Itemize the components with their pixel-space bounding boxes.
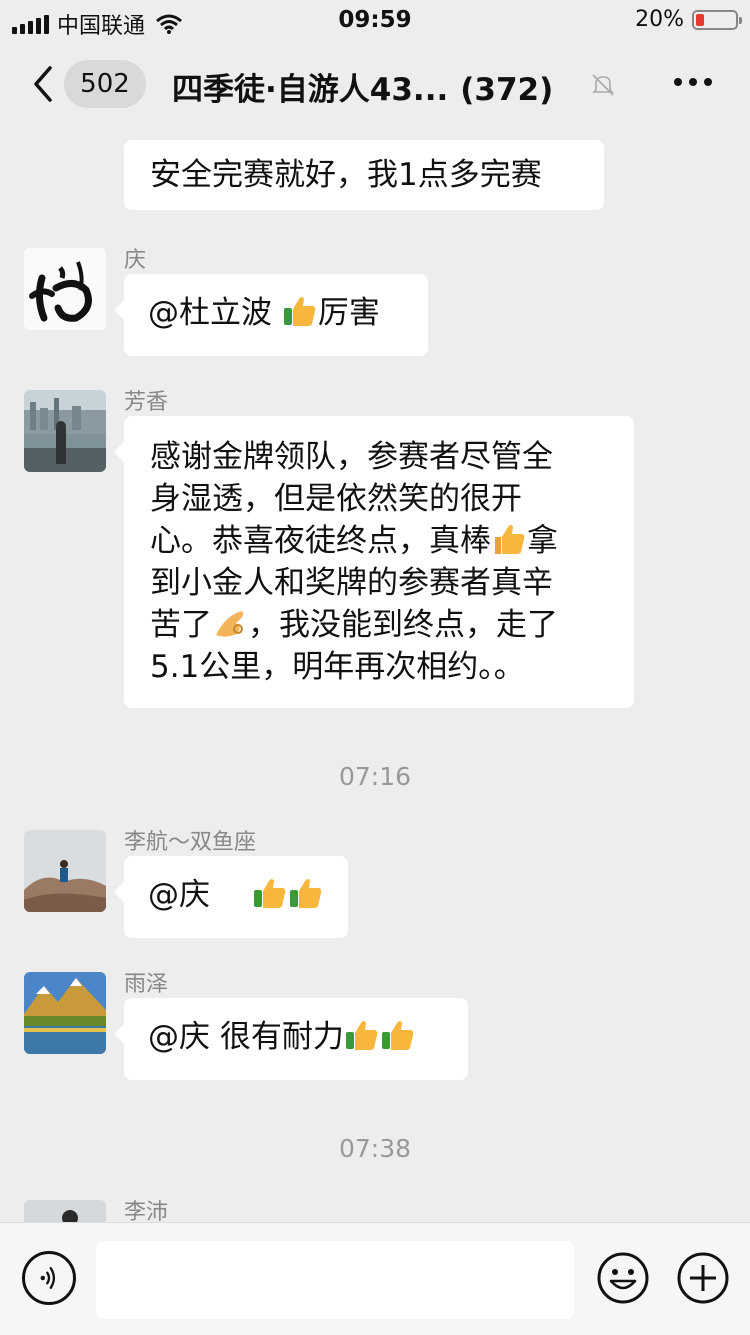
- message-line: 感谢金牌领队，参赛者尽管全: [150, 439, 553, 475]
- emoji-icon[interactable]: [596, 1251, 650, 1305]
- bell-off-icon: [592, 74, 614, 96]
- chat-title-text: 四季徒·自游人43...: [172, 72, 449, 108]
- member-count: (372): [460, 72, 554, 108]
- thumbs-up-icon: [289, 879, 322, 908]
- voice-icon[interactable]: [22, 1251, 76, 1305]
- message-bubble[interactable]: 感谢金牌领队，参赛者尽管全 身湿透，但是依然笑的很开 心。恭喜夜徒终点，真棒拿 …: [114, 416, 634, 708]
- input-bar: [0, 1222, 750, 1335]
- message-text: @杜立波: [148, 295, 282, 331]
- thumbs-up-icon: [253, 879, 286, 908]
- timestamp: 07:16: [338, 762, 412, 791]
- message-bubble[interactable]: @杜立波 厉害: [114, 274, 428, 356]
- thumbs-up-icon: [345, 1021, 378, 1050]
- message-line: 身湿透，但是依然笑的很开: [150, 481, 522, 517]
- message-bubble[interactable]: @庆: [114, 856, 348, 938]
- message-text: 苦了: [150, 607, 212, 643]
- person-avatar[interactable]: [24, 1200, 106, 1222]
- thumbs-up-icon: [381, 1021, 414, 1050]
- ok-hand-icon: [216, 611, 244, 637]
- mountain-lake-avatar[interactable]: [24, 972, 106, 1054]
- chevron-left-icon[interactable]: [26, 62, 66, 106]
- nav-bar: 502 四季徒·自游人43... (372): [0, 40, 750, 128]
- message-line: 5.1公里，明年再次相约。。: [150, 649, 525, 685]
- battery-percent: 20%: [635, 7, 684, 32]
- chat-title: 四季徒·自游人43... (372): [172, 64, 553, 109]
- plus-icon[interactable]: [676, 1251, 730, 1305]
- sender-name: 雨泽: [124, 972, 169, 997]
- message-bubble[interactable]: @庆 很有耐力: [114, 998, 468, 1080]
- status-bar: 中国联通 09:59 20%: [0, 0, 750, 40]
- chat-area[interactable]: 安全完赛就好，我1点多完赛 庆 @杜立波 厉害 芳香 感谢金牌领队，参赛者尽管全…: [0, 128, 750, 1222]
- more-dots-icon[interactable]: [674, 78, 712, 86]
- sender-name: 李沛: [124, 1200, 169, 1222]
- sender-name: 芳香: [124, 390, 169, 415]
- calligraphy-avatar[interactable]: [24, 248, 106, 330]
- message-input[interactable]: [96, 1241, 574, 1319]
- message-line: 苦了 ，我没能到终点，走了: [150, 604, 608, 646]
- message-text: @庆: [148, 877, 210, 913]
- message-line: 到小金人和奖牌的参赛者真辛: [150, 565, 553, 601]
- timestamp: 07:38: [338, 1134, 412, 1163]
- message-text: ，我没能到终点，走了: [248, 607, 558, 643]
- message-bubble[interactable]: 安全完赛就好，我1点多完赛: [124, 140, 604, 210]
- battery-icon: [692, 9, 742, 30]
- rock-avatar[interactable]: [24, 830, 106, 912]
- message-line: 心。恭喜夜徒终点，真棒拿: [150, 520, 608, 562]
- thumbs-up-icon: [283, 297, 316, 326]
- unread-badge[interactable]: 502: [64, 60, 146, 108]
- thumbs-up-icon: [495, 525, 525, 554]
- message-text: 心。恭喜夜徒终点，真棒: [150, 523, 491, 559]
- sender-name: 李航～双鱼座: [124, 830, 257, 855]
- city-avatar[interactable]: [24, 390, 106, 472]
- message-text: 厉害: [317, 295, 380, 331]
- message-text: 拿: [527, 523, 558, 559]
- message-text: @庆 很有耐力: [148, 1019, 344, 1055]
- sender-name: 庆: [124, 248, 147, 273]
